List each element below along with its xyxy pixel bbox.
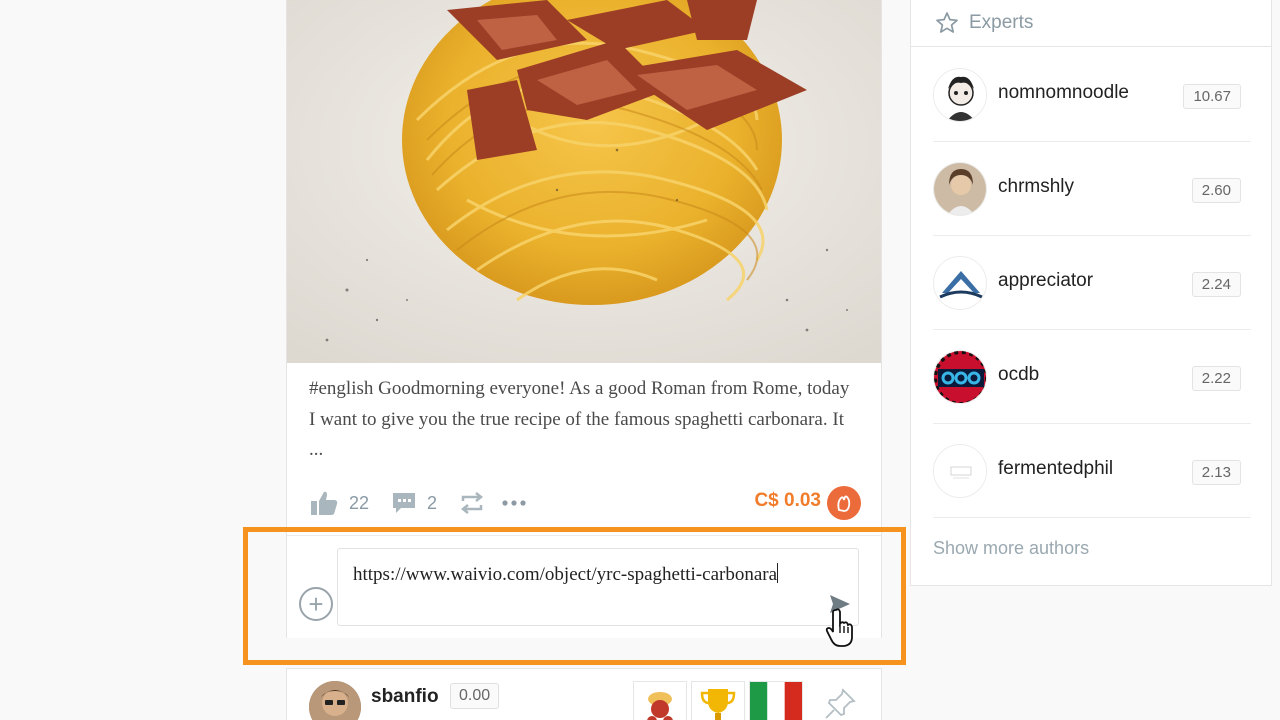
add-attachment-button[interactable]: + xyxy=(299,587,333,621)
comment-button[interactable]: 2 xyxy=(391,486,437,520)
expert-avatar[interactable] xyxy=(933,68,987,122)
expert-score: 10.67 xyxy=(1183,84,1241,109)
post-text[interactable]: #english Goodmorning everyone! As a good… xyxy=(309,374,859,466)
star-icon xyxy=(936,12,958,33)
expert-avatar[interactable] xyxy=(933,162,987,216)
comment-icon xyxy=(393,493,415,513)
badge-chef[interactable] xyxy=(633,681,687,720)
reblog-icon xyxy=(460,492,484,514)
expert-avatar[interactable] xyxy=(933,350,987,404)
badge-trophy[interactable] xyxy=(691,681,745,720)
author-score: 0.00 xyxy=(450,683,500,709)
post-actions: 22 2 C$ 0.03 xyxy=(309,486,861,520)
expert-item[interactable]: chrmshly 2.60 xyxy=(933,142,1251,236)
expert-name[interactable]: fermentedphil xyxy=(998,458,1113,480)
comment-composer: + https://www.waivio.com/object/yrc-spag… xyxy=(287,536,881,647)
post-card: #english Goodmorning everyone! As a good… xyxy=(286,0,882,647)
next-post-header: sbanfio 0.00 xyxy=(286,668,882,720)
pin-icon xyxy=(825,688,856,719)
thumbs-up-icon xyxy=(311,491,338,515)
mouse-pointer-icon xyxy=(825,608,859,653)
expert-score: 2.24 xyxy=(1191,272,1241,297)
expert-name[interactable]: appreciator xyxy=(998,270,1093,292)
text-caret xyxy=(777,563,779,583)
expert-item[interactable]: fermentedphil 2.13 xyxy=(933,424,1251,518)
experts-header: Experts xyxy=(911,0,1271,47)
expert-score: 2.60 xyxy=(1191,178,1241,203)
ellipsis-icon xyxy=(502,500,526,506)
payout-currency-icon[interactable] xyxy=(827,486,861,520)
more-options-button[interactable] xyxy=(501,486,527,520)
experts-panel: Experts nomnomnoodle 10.67 chrmshly 2.60… xyxy=(910,0,1272,586)
experts-title: Experts xyxy=(969,12,1034,33)
badge-italy-flag[interactable] xyxy=(749,681,803,720)
like-button[interactable]: 22 xyxy=(309,486,369,520)
expert-item[interactable]: ocdb 2.22 xyxy=(933,330,1251,424)
italy-flag-icon xyxy=(750,682,802,720)
comment-input[interactable]: https://www.waivio.com/object/yrc-spaghe… xyxy=(337,548,859,626)
like-count: 22 xyxy=(349,492,370,513)
reblog-button[interactable] xyxy=(459,486,485,520)
plus-icon: + xyxy=(308,589,324,619)
trophy-icon xyxy=(700,689,736,720)
expert-avatar[interactable] xyxy=(933,444,987,498)
comment-input-text: https://www.waivio.com/object/yrc-spaghe… xyxy=(353,564,778,585)
expert-item[interactable]: appreciator 2.24 xyxy=(933,236,1251,330)
expert-score: 2.13 xyxy=(1191,460,1241,485)
expert-item[interactable]: nomnomnoodle 10.67 xyxy=(933,48,1251,142)
expert-score: 2.22 xyxy=(1191,366,1241,391)
expert-name[interactable]: nomnomnoodle xyxy=(998,82,1129,104)
author-name[interactable]: sbanfio xyxy=(371,686,439,708)
show-more-authors-link[interactable]: Show more authors xyxy=(933,538,1089,559)
expert-name[interactable]: chrmshly xyxy=(998,176,1074,198)
expert-name[interactable]: ocdb xyxy=(998,364,1039,386)
expert-avatar[interactable] xyxy=(933,256,987,310)
pin-button[interactable] xyxy=(823,687,857,720)
page: #english Goodmorning everyone! As a good… xyxy=(0,0,1280,720)
author-avatar[interactable] xyxy=(309,681,361,720)
comment-count: 2 xyxy=(427,492,438,513)
payout-amount[interactable]: C$ 0.03 xyxy=(754,490,821,512)
chef-badge-icon xyxy=(647,692,673,720)
post-image[interactable] xyxy=(287,0,881,363)
